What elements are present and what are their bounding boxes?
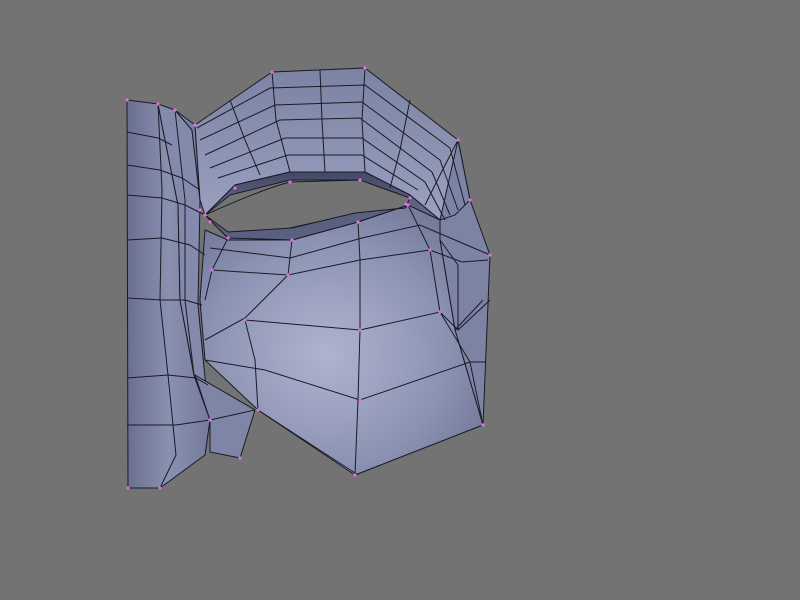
3d-viewport[interactable]: [0, 0, 800, 600]
mesh-object[interactable]: [0, 0, 800, 600]
